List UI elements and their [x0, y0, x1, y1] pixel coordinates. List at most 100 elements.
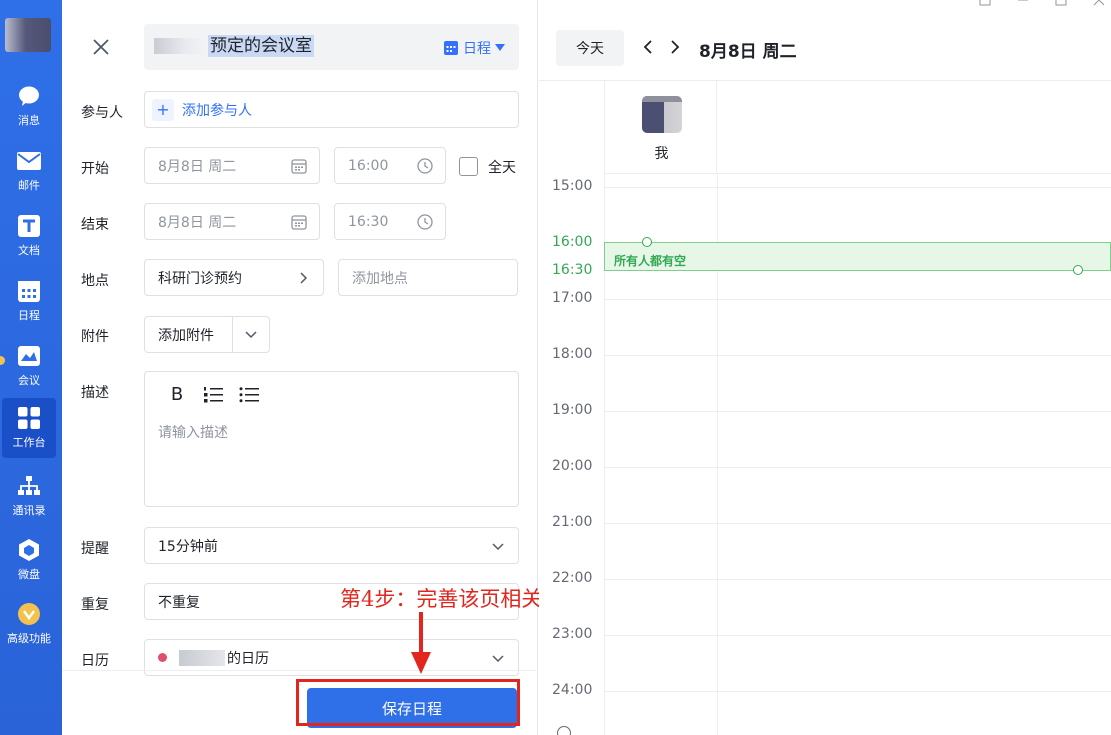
free-time-slot[interactable]: 所有人都有空	[604, 237, 1111, 275]
start-date-input[interactable]: 8月8日 周二	[144, 147, 320, 184]
hour-label: 18:00	[552, 346, 593, 362]
start-time-input[interactable]: 16:00	[334, 147, 446, 184]
repeat-label: 重复	[81, 597, 109, 613]
hour-label: 24:00	[552, 682, 593, 698]
today-button[interactable]: 今天	[556, 30, 624, 66]
sidebar-item-calendar[interactable]: 日程	[0, 271, 58, 331]
sidebar-item-premium[interactable]: 高级功能	[0, 594, 58, 654]
calendar-date-title: 8月8日 周二	[699, 42, 797, 62]
calendar-small-icon	[444, 41, 458, 55]
start-time-text: 16:00	[348, 157, 389, 174]
user-avatar[interactable]	[5, 18, 51, 52]
location-type-select[interactable]: 科研门诊预约	[144, 259, 324, 296]
org-chart-icon	[17, 474, 41, 498]
end-label: 结束	[81, 217, 109, 233]
minimize-icon[interactable]	[1017, 0, 1029, 6]
hour-line	[604, 691, 1111, 692]
sidebar-item-label: 日程	[18, 309, 40, 322]
popout-icon[interactable]	[979, 0, 991, 6]
hour-line	[604, 355, 1111, 356]
hour-label: 16:00	[552, 234, 593, 250]
annotation-arrow-icon	[411, 612, 431, 674]
chevron-right-icon	[300, 272, 308, 284]
close-icon[interactable]	[90, 36, 112, 58]
add-participant-text: 添加参与人	[182, 102, 252, 119]
all-day-checkbox[interactable]	[459, 157, 478, 176]
bold-button[interactable]: B	[167, 384, 187, 405]
hour-line	[604, 523, 1111, 524]
sidebar-item-contacts[interactable]: 通讯录	[0, 466, 58, 526]
sidebar-item-docs[interactable]: 文档	[0, 206, 58, 266]
editor-toolbar: B	[167, 384, 259, 405]
sidebar-item-label: 文档	[18, 244, 40, 257]
maximize-icon[interactable]	[1055, 0, 1067, 6]
attendee-name: 我	[654, 146, 669, 162]
hour-label: 20:00	[552, 458, 593, 474]
chevron-down-icon	[492, 543, 504, 551]
sidebar-item-workbench[interactable]: 工作台	[2, 398, 56, 458]
hour-line	[604, 467, 1111, 468]
add-attachment-button[interactable]: 添加附件	[144, 316, 270, 353]
sidebar-item-mail[interactable]: 邮件	[0, 141, 58, 201]
chevron-down-icon	[245, 330, 257, 338]
workbench-grid-icon	[17, 406, 41, 430]
premium-icon	[17, 602, 41, 626]
grid-top-line	[604, 173, 1111, 174]
event-title-field[interactable]: 预定的会议室 日程	[144, 24, 519, 70]
attachment-label: 附件	[81, 329, 109, 345]
hour-label: 23:00	[552, 626, 593, 642]
description-editor[interactable]: B 请输入描述	[144, 371, 519, 507]
chat-bubble-icon	[17, 84, 41, 108]
start-date-text: 8月8日 周二	[158, 158, 237, 175]
bullet-list-icon[interactable]	[239, 386, 259, 404]
location-input[interactable]: 添加地点	[338, 259, 518, 296]
add-participant-field[interactable]: + 添加参与人	[144, 91, 519, 128]
clock-icon	[417, 214, 433, 230]
calendar-icon	[17, 279, 41, 303]
start-label: 开始	[81, 161, 109, 177]
end-time-input[interactable]: 16:30	[334, 203, 446, 240]
description-label: 描述	[81, 385, 109, 401]
scroll-indicator	[557, 726, 571, 735]
redacted-name	[154, 38, 206, 54]
calendar-label: 日历	[81, 653, 109, 669]
caret-down-icon	[495, 44, 505, 51]
event-type-dropdown[interactable]: 日程	[444, 38, 505, 58]
participants-label: 参与人	[81, 105, 123, 121]
end-time-text: 16:30	[348, 213, 389, 230]
attachment-dropdown[interactable]	[233, 317, 269, 352]
sidebar-item-label: 通讯录	[12, 504, 46, 517]
ordered-list-icon[interactable]	[203, 386, 223, 404]
sidebar-item-label: 邮件	[18, 179, 40, 192]
meeting-icon	[17, 344, 41, 368]
chevron-right-icon[interactable]	[667, 38, 683, 56]
sidebar-item-label: 微盘	[18, 568, 40, 581]
event-type-label: 日程	[463, 41, 491, 57]
clock-icon	[417, 158, 433, 174]
drag-handle-top[interactable]	[642, 237, 652, 247]
hour-line	[604, 635, 1111, 636]
sidebar-item-drive[interactable]: 微盘	[0, 530, 58, 590]
document-icon	[17, 214, 41, 238]
footer-divider	[62, 670, 538, 671]
app-sidebar: 消息 邮件 文档 日程 会议 工作台 通讯录 微盘 高级功能	[0, 0, 62, 735]
attendee-avatar	[642, 96, 682, 133]
sidebar-item-messages[interactable]: 消息	[0, 76, 58, 136]
hour-label: 21:00	[552, 514, 593, 530]
sidebar-item-meeting[interactable]: 会议	[0, 336, 58, 396]
all-day-label: 全天	[488, 160, 516, 176]
sidebar-item-label: 高级功能	[7, 632, 51, 645]
chevron-left-icon[interactable]	[640, 38, 656, 56]
hour-line	[604, 579, 1111, 580]
sidebar-item-label: 工作台	[12, 436, 46, 449]
hour-label: 15:00	[552, 178, 593, 194]
drag-handle-bottom[interactable]	[1073, 265, 1083, 275]
close-window-icon[interactable]	[1093, 0, 1105, 6]
window-controls	[979, 0, 1105, 6]
hour-label: 17:00	[552, 290, 593, 306]
annotation-highlight-box	[296, 679, 520, 726]
mail-icon	[17, 149, 41, 173]
end-date-input[interactable]: 8月8日 周二	[144, 203, 320, 240]
hour-label: 19:00	[552, 402, 593, 418]
reminder-select[interactable]: 15分钟前	[144, 527, 519, 564]
